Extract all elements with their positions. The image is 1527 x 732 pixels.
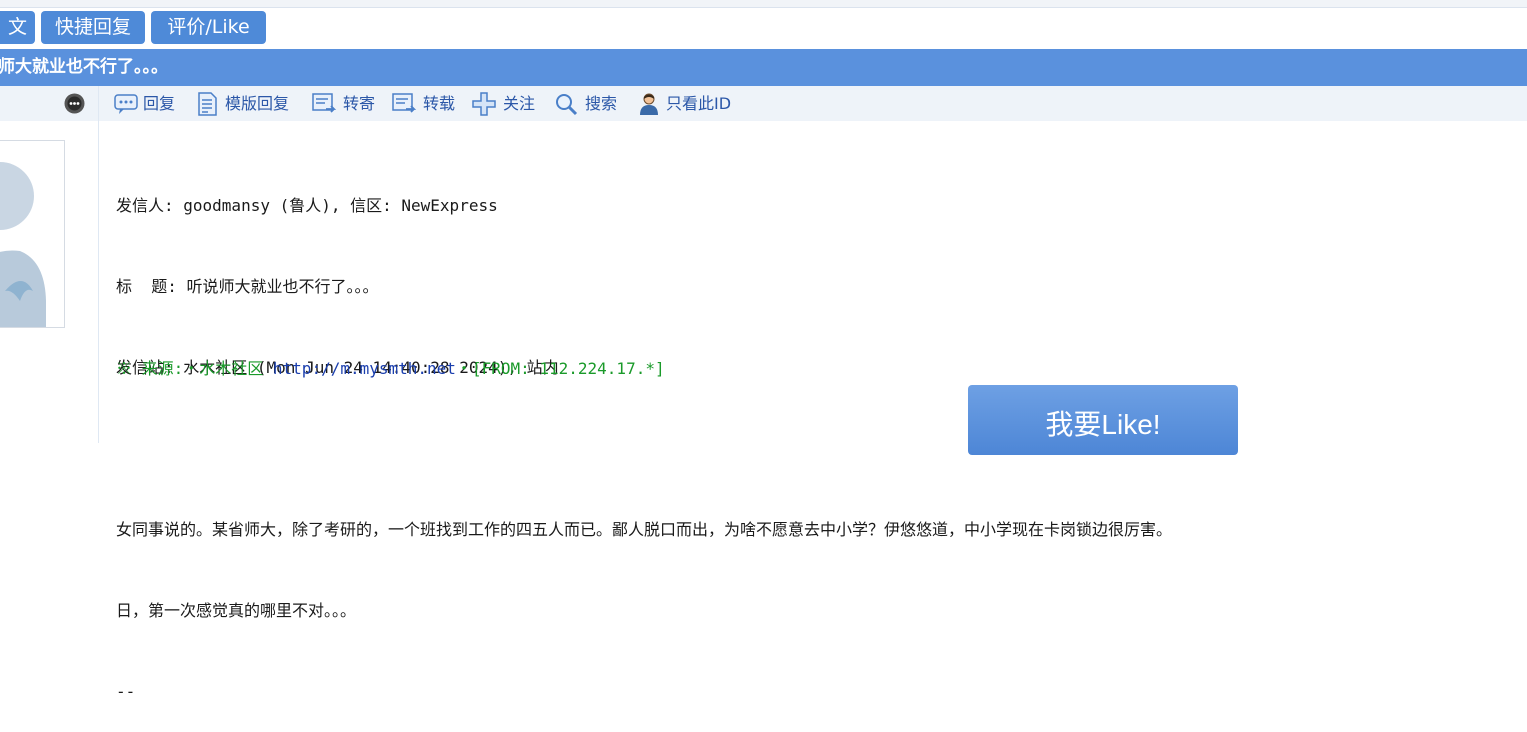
post-title: 标 题: 听说师大就业也不行了。。。 [116,277,379,296]
rate-like-button[interactable]: 评价/Like [151,11,266,44]
repost-label: 转载 [423,94,456,113]
reply-icon [114,94,138,114]
author-column [0,86,99,443]
source-prefix: ※ 来源:・水木社区 [116,359,273,378]
author-bar [0,86,98,121]
follow-label: 关注 [503,94,536,113]
user-filter-icon [640,93,658,115]
source-suffix: ・[FROM: 112.224.17.*] [455,359,665,378]
post-action-bar: 回复 模版回复 转寄 转载 关注 搜索 只看此ID [99,86,1527,121]
post-source: ※ 来源:・水木社区 http://m.mysmth.net・[FROM: 11… [116,355,665,382]
post-sender: 发信人: goodmansy (鲁人), 信区: NewExpress [116,196,498,215]
thread-title: 师大就业也不行了。。。 [0,57,168,77]
search-label: 搜索 [585,94,618,113]
top-strip [0,0,1527,8]
forward-icon [312,93,337,113]
post-body-line-2: 日，第一次感觉真的哪里不对。。。 [116,601,357,620]
template-reply-icon [198,92,217,116]
avatar-placeholder-icon [0,141,64,327]
signature-separator: -- [116,682,136,701]
source-link[interactable]: http://m.mysmth.net [273,359,456,378]
forward-label: 转寄 [343,94,376,113]
reply-label: 回复 [143,94,176,113]
template-reply-label: 模版回复 [225,94,290,113]
avatar[interactable] [0,140,65,328]
follow-plus-icon [472,92,496,116]
user-info-icon[interactable] [64,93,85,114]
only-this-id-label: 只看此ID [666,94,732,113]
thread-title-bar: 师大就业也不行了。。。 [0,49,1527,86]
quick-reply-button[interactable]: 快捷回复 [41,11,145,44]
post-button[interactable]: 文 [0,11,35,44]
post-body-line-1: 女同事说的。某省师大，除了考研的，一个班找到工作的四五人而已。鄙人脱口而出，为啥… [116,520,1173,539]
search-icon [556,94,578,116]
like-button[interactable]: 我要Like! [968,385,1238,455]
repost-icon [392,93,417,113]
